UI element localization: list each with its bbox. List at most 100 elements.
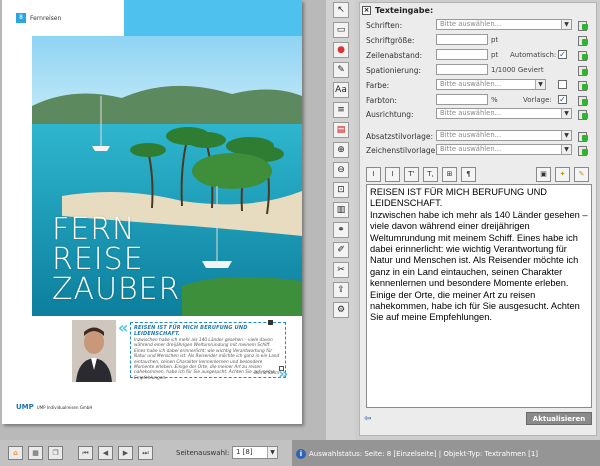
first-page-icon[interactable]: ⏮ [78,446,93,460]
bottom-bar: ⌂ ▦ ❐ ⏮ ◀ ▶ ⏭ Seitenauswahl: 1 [8] ▼ i Au… [0,440,600,466]
document-canvas[interactable]: 8 Fernreisen FERN REISE ZAUBER « REISEN … [0,0,326,440]
properties-panel: × Texteingabe: Schriften: Bitte auswähle… [355,0,600,440]
frame-icon[interactable]: ▭ [333,22,349,38]
format-text-icon[interactable]: ✎ [574,167,589,182]
insert-table-button[interactable]: ⊞ [442,167,457,182]
settings-icon[interactable]: ⚙ [333,302,349,318]
label-ausrichtung: Ausrichtung: [366,109,414,119]
character-style-select[interactable]: Bitte auswählen... ▼ [436,144,572,155]
apply-paragraph-style-icon[interactable] [578,131,588,142]
frame-signature: Bernd Sahm [254,370,279,375]
layers-icon[interactable]: ≡ [333,102,349,118]
status-text: Auswahlstatus: Seite: 8 [Einzelseite] | … [309,450,539,458]
label-schriften: Schriften: [366,20,403,30]
frame-resize-handle[interactable] [279,366,284,371]
edit-icon[interactable]: ✐ [333,242,349,258]
font-size-input[interactable] [436,34,488,45]
last-page-icon[interactable]: ⏭ [138,446,153,460]
label-farbton: Farbton: [366,95,397,105]
side-toolbar: ↖ ▭ ● ✎ Aa ≡ ▤ ⊕ ⊖ ⊡ ▥ ⚭ ✐ ✂ ⇪ ⚙ [326,0,355,440]
font-select[interactable]: Bitte auswählen... ▼ [436,19,572,30]
apply-alignment-icon[interactable] [578,109,588,120]
headline-line-1: FERN [52,212,136,247]
alignment-select[interactable]: Bitte auswählen... ▼ [436,108,572,119]
subscript-button[interactable]: T, [423,167,438,182]
font-size-unit: pt [491,36,499,44]
italic-button[interactable]: I [366,167,381,182]
link-icon[interactable]: ⚭ [333,222,349,238]
book-icon[interactable]: ❐ [48,446,63,460]
tracking-input[interactable] [436,64,488,75]
label-spationierung: Spationierung: [366,65,422,75]
fit-icon[interactable]: ⊡ [333,182,349,198]
apply-font-size-icon[interactable] [578,35,588,46]
frame-title: REISEN IST FÜR MICH BERUFUNG UND LEIDENS… [134,325,248,337]
template-checkbox[interactable]: ✓ [558,95,567,104]
info-icon: i [296,449,306,459]
label-zeichenstil: Zeichenstilvorlage: [366,145,438,155]
home-icon[interactable]: ⌂ [8,446,23,460]
tint-input[interactable] [436,94,488,105]
apply-tint-icon[interactable] [578,95,588,106]
headline-line-3: ZAUBER [52,272,181,307]
cut-icon[interactable]: ✂ [333,262,349,278]
section-title: Fernreisen [30,14,62,22]
image-frame-icon[interactable]: ▥ [333,202,349,218]
next-page-icon[interactable]: ▶ [118,446,133,460]
add-text-icon[interactable]: ✦ [555,167,570,182]
document-page[interactable]: 8 Fernreisen FERN REISE ZAUBER « REISEN … [2,0,302,424]
apply-tracking-icon[interactable] [578,65,588,76]
selected-text-frame[interactable]: REISEN IST FÜR MICH BERUFUNG UND LEIDENS… [130,322,286,381]
text-style-icon[interactable]: Aa [333,82,349,98]
apply-font-icon[interactable] [578,20,588,31]
footer-logo: UMP UMP Individualreisen GmbH [16,403,92,411]
footer-text: UMP Individualreisen GmbH [36,404,93,410]
pen-icon[interactable]: ✎ [333,62,349,78]
color-select[interactable]: Bitte auswählen... ▼ [436,79,546,90]
back-arrow-icon[interactable]: ⇦ [364,414,372,424]
paragraph-button[interactable]: ¶ [461,167,476,182]
update-button[interactable]: Aktualisieren [526,412,592,425]
panel-header: × Texteingabe: [362,6,433,15]
frame-lock-icon[interactable] [268,320,273,325]
zoom-out-icon[interactable]: ⊖ [333,162,349,178]
line-spacing-input[interactable] [436,49,488,60]
text-editor-content: REISEN IST FÜR MICH BERUFUNG UND LEIDENS… [370,187,588,323]
page-select[interactable]: 1 [8] ▼ [232,446,278,459]
save-icon[interactable]: ▦ [28,446,43,460]
page-header: 8 Fernreisen [16,12,61,24]
color-swatch[interactable] [558,80,567,89]
pdf-icon[interactable]: ▤ [333,122,349,138]
text-editor-area[interactable]: REISEN IST FÜR MICH BERUFUNG UND LEIDENS… [366,184,592,408]
tint-unit: % [491,96,498,104]
template-label: Vorlage: [523,96,552,104]
text-input-panel: × Texteingabe: Schriften: Bitte auswähle… [359,2,597,436]
superscript-button[interactable]: T' [404,167,419,182]
apply-line-spacing-icon[interactable] [578,50,588,61]
author-portrait[interactable] [72,320,116,382]
label-farbe: Farbe: [366,80,390,90]
apply-character-style-icon[interactable] [578,145,588,156]
label-absatzstil: Absatzstilvorlage: [366,131,433,141]
export-icon[interactable]: ⇪ [333,282,349,298]
page-header-band [124,0,302,36]
text-frame-icon[interactable]: ▣ [536,167,551,182]
color-icon[interactable]: ● [333,42,349,58]
headline: FERN REISE ZAUBER [52,215,180,305]
apply-color-icon[interactable] [578,80,588,91]
paragraph-style-select[interactable]: Bitte auswählen... ▼ [436,130,572,141]
zoom-in-icon[interactable]: ⊕ [333,142,349,158]
panel-title: Texteingabe: [375,6,434,15]
label-zeilenabstand: Zeilenabstand: [366,50,423,60]
selection-status: i Auswahlstatus: Seite: 8 [Einzelseite] … [296,449,538,459]
headline-line-2: REISE [52,242,144,277]
automatic-checkbox[interactable]: ✓ [558,50,567,59]
strike-button[interactable]: I [385,167,400,182]
collapse-icon[interactable]: × [362,6,371,15]
label-schriftgroesse: Schriftgröße: [366,35,415,45]
automatic-label: Automatisch: [510,51,557,59]
pointer-icon[interactable]: ↖ [333,2,349,18]
prev-page-icon[interactable]: ◀ [98,446,113,460]
line-spacing-unit: pt [491,51,499,59]
page-number: 8 [16,13,26,23]
